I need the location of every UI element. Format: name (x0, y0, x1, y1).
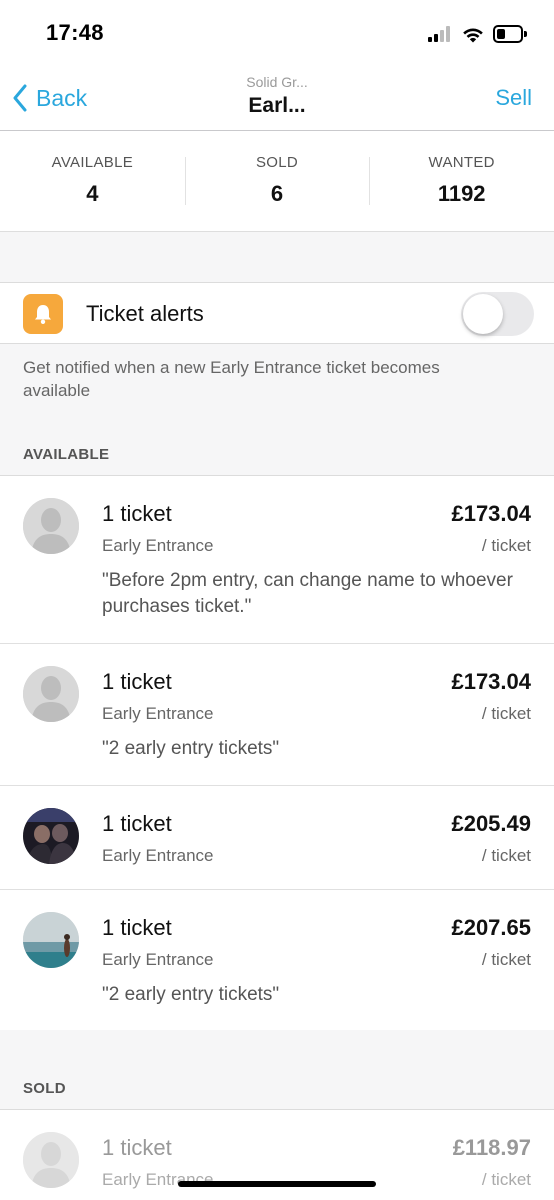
listing-note: "Before 2pm entry, can change name to wh… (102, 570, 513, 617)
ticket-alerts-row: Ticket alerts (0, 282, 554, 344)
ticket-quantity: 1 ticket (102, 669, 172, 694)
stat-label: WANTED (428, 154, 495, 171)
ticket-quantity: 1 ticket (102, 501, 172, 526)
list-item[interactable]: 1 ticket Early Entrance £173.04 / ticket… (0, 476, 554, 644)
ticket-type: Early Entrance (102, 704, 214, 723)
sold-section-spacer: SOLD (0, 1030, 554, 1109)
nav-titles: Solid Gr... Earl... (177, 74, 377, 118)
status-time: 17:48 (46, 20, 104, 45)
navigation-bar: Back Solid Gr... Earl... Sell (0, 60, 554, 131)
alerts-description-area: Get notified when a new Early Entrance t… (0, 344, 554, 475)
price-unit: / ticket (481, 536, 531, 555)
photo-avatar (23, 808, 79, 864)
stat-value: 6 (270, 181, 284, 206)
bell-icon (23, 294, 63, 334)
stat-available: AVAILABLE 4 (0, 131, 185, 231)
default-avatar (23, 1132, 79, 1188)
status-bar: 17:48 (0, 0, 554, 60)
listing-note: "2 early entry tickets" (102, 738, 280, 759)
stat-sold: SOLD 6 (184, 131, 370, 231)
cellular-signal-icon (428, 26, 454, 42)
page-title: Earl... (248, 94, 306, 117)
price-unit: / ticket (481, 950, 531, 969)
ticket-type: Early Entrance (102, 536, 214, 555)
ticket-price: £205.49 (451, 811, 531, 836)
stat-label: AVAILABLE (51, 154, 134, 171)
ticket-type: Early Entrance (102, 1170, 214, 1189)
section-spacer (0, 232, 554, 282)
ticket-price: £207.65 (451, 915, 531, 940)
ticket-type: Early Entrance (102, 950, 214, 969)
list-item[interactable]: 1 ticket Early Entrance £207.65 / ticket… (0, 890, 554, 1032)
battery-icon (493, 25, 527, 43)
photo-avatar (23, 912, 79, 968)
home-indicator[interactable] (178, 1181, 376, 1187)
ticket-stats: AVAILABLE 4 SOLD 6 WANTED 1192 (0, 131, 554, 232)
ticket-quantity: 1 ticket (102, 811, 172, 836)
price-unit: / ticket (481, 704, 531, 723)
ticket-quantity: 1 ticket (102, 915, 172, 940)
back-label: Back (36, 84, 88, 111)
wifi-icon (461, 24, 485, 44)
price-unit: / ticket (481, 1170, 531, 1189)
stat-label: SOLD (255, 154, 299, 171)
default-avatar (23, 666, 79, 722)
default-avatar (23, 498, 79, 554)
ticket-price: £173.04 (451, 501, 531, 526)
list-item[interactable]: 1 ticket Early Entrance £205.49 / ticket (0, 786, 554, 890)
list-item[interactable]: 1 ticket Early Entrance £173.04 / ticket… (0, 644, 554, 786)
sell-button[interactable]: Sell (495, 85, 532, 111)
available-listings: 1 ticket Early Entrance £173.04 / ticket… (0, 475, 554, 1032)
ticket-alerts-toggle[interactable] (461, 292, 534, 336)
ticket-alerts-description: Get notified when a new Early Entrance t… (23, 358, 440, 400)
price-unit: / ticket (481, 846, 531, 865)
sold-section-header: SOLD (23, 1080, 66, 1097)
ticket-quantity: 1 ticket (102, 1135, 172, 1160)
stat-wanted: WANTED 1192 (369, 131, 554, 231)
listing-note: "2 early entry tickets" (102, 984, 280, 1005)
chevron-left-icon (13, 84, 27, 112)
ticket-alerts-label: Ticket alerts (86, 301, 204, 326)
toggle-knob (463, 294, 503, 334)
back-button[interactable]: Back (12, 80, 87, 116)
available-section-header: AVAILABLE (23, 446, 110, 463)
ticket-price: £173.04 (451, 669, 531, 694)
ticket-type: Early Entrance (102, 846, 214, 865)
stat-value: 4 (86, 181, 99, 206)
nav-subtitle: Solid Gr... (246, 74, 308, 90)
ticket-price: £118.97 (452, 1135, 531, 1160)
stat-value: 1192 (437, 181, 486, 206)
